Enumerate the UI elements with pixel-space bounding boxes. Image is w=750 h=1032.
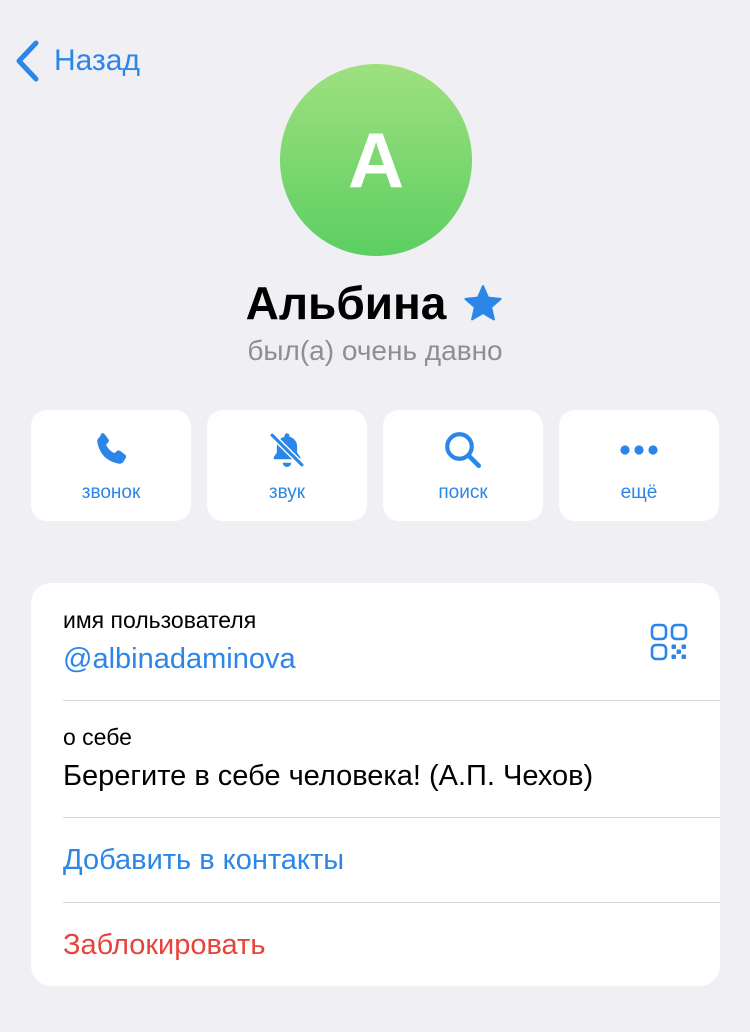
bio-row: о себе Берегите в себе человека! (А.П. Ч… — [31, 701, 720, 817]
block-button[interactable]: Заблокировать — [31, 903, 720, 986]
phone-icon — [97, 433, 127, 464]
bio-label: о себе — [63, 724, 132, 750]
action-buttons: звонок звук поиск ещё — [31, 410, 720, 521]
username-value[interactable]: @albinadaminova — [63, 643, 296, 676]
search-button[interactable]: поиск — [383, 410, 543, 521]
avatar-initial: А — [347, 116, 405, 204]
avatar[interactable]: А — [280, 64, 472, 256]
qr-code-icon[interactable] — [650, 623, 688, 661]
add-contact-label: Добавить в контакты — [63, 844, 345, 876]
block-label: Заблокировать — [63, 929, 266, 961]
back-button[interactable]: Назад — [14, 38, 140, 84]
bio-value: Берегите в себе человека! (А.П. Чехов) — [63, 760, 594, 792]
add-contact-button[interactable]: Добавить в контакты — [31, 818, 720, 902]
search-icon — [445, 432, 482, 469]
search-label: поиск — [438, 482, 488, 503]
last-seen-status: был(а) очень давно — [247, 335, 503, 366]
profile-screen: Назад А Альбина был(а) очень давно звоно… — [0, 0, 750, 1032]
call-label: звонок — [81, 482, 141, 503]
call-button[interactable]: звонок — [31, 410, 191, 521]
chevron-left-icon — [16, 40, 39, 82]
username-row[interactable]: имя пользователя @albinadaminova — [31, 583, 720, 700]
username-label: имя пользователя — [63, 607, 257, 633]
name-row: Альбина — [0, 276, 750, 330]
more-label: ещё — [620, 482, 658, 503]
more-icon — [620, 445, 658, 455]
bell-slash-icon — [269, 432, 305, 468]
mute-label: звук — [268, 482, 306, 503]
more-button[interactable]: ещё — [559, 410, 719, 521]
info-card: имя пользователя @albinadaminova о себе … — [31, 583, 720, 986]
premium-star-icon[interactable] — [462, 283, 504, 325]
mute-button[interactable]: звук — [207, 410, 367, 521]
profile-name: Альбина — [245, 277, 447, 329]
back-label: Назад — [54, 44, 140, 77]
